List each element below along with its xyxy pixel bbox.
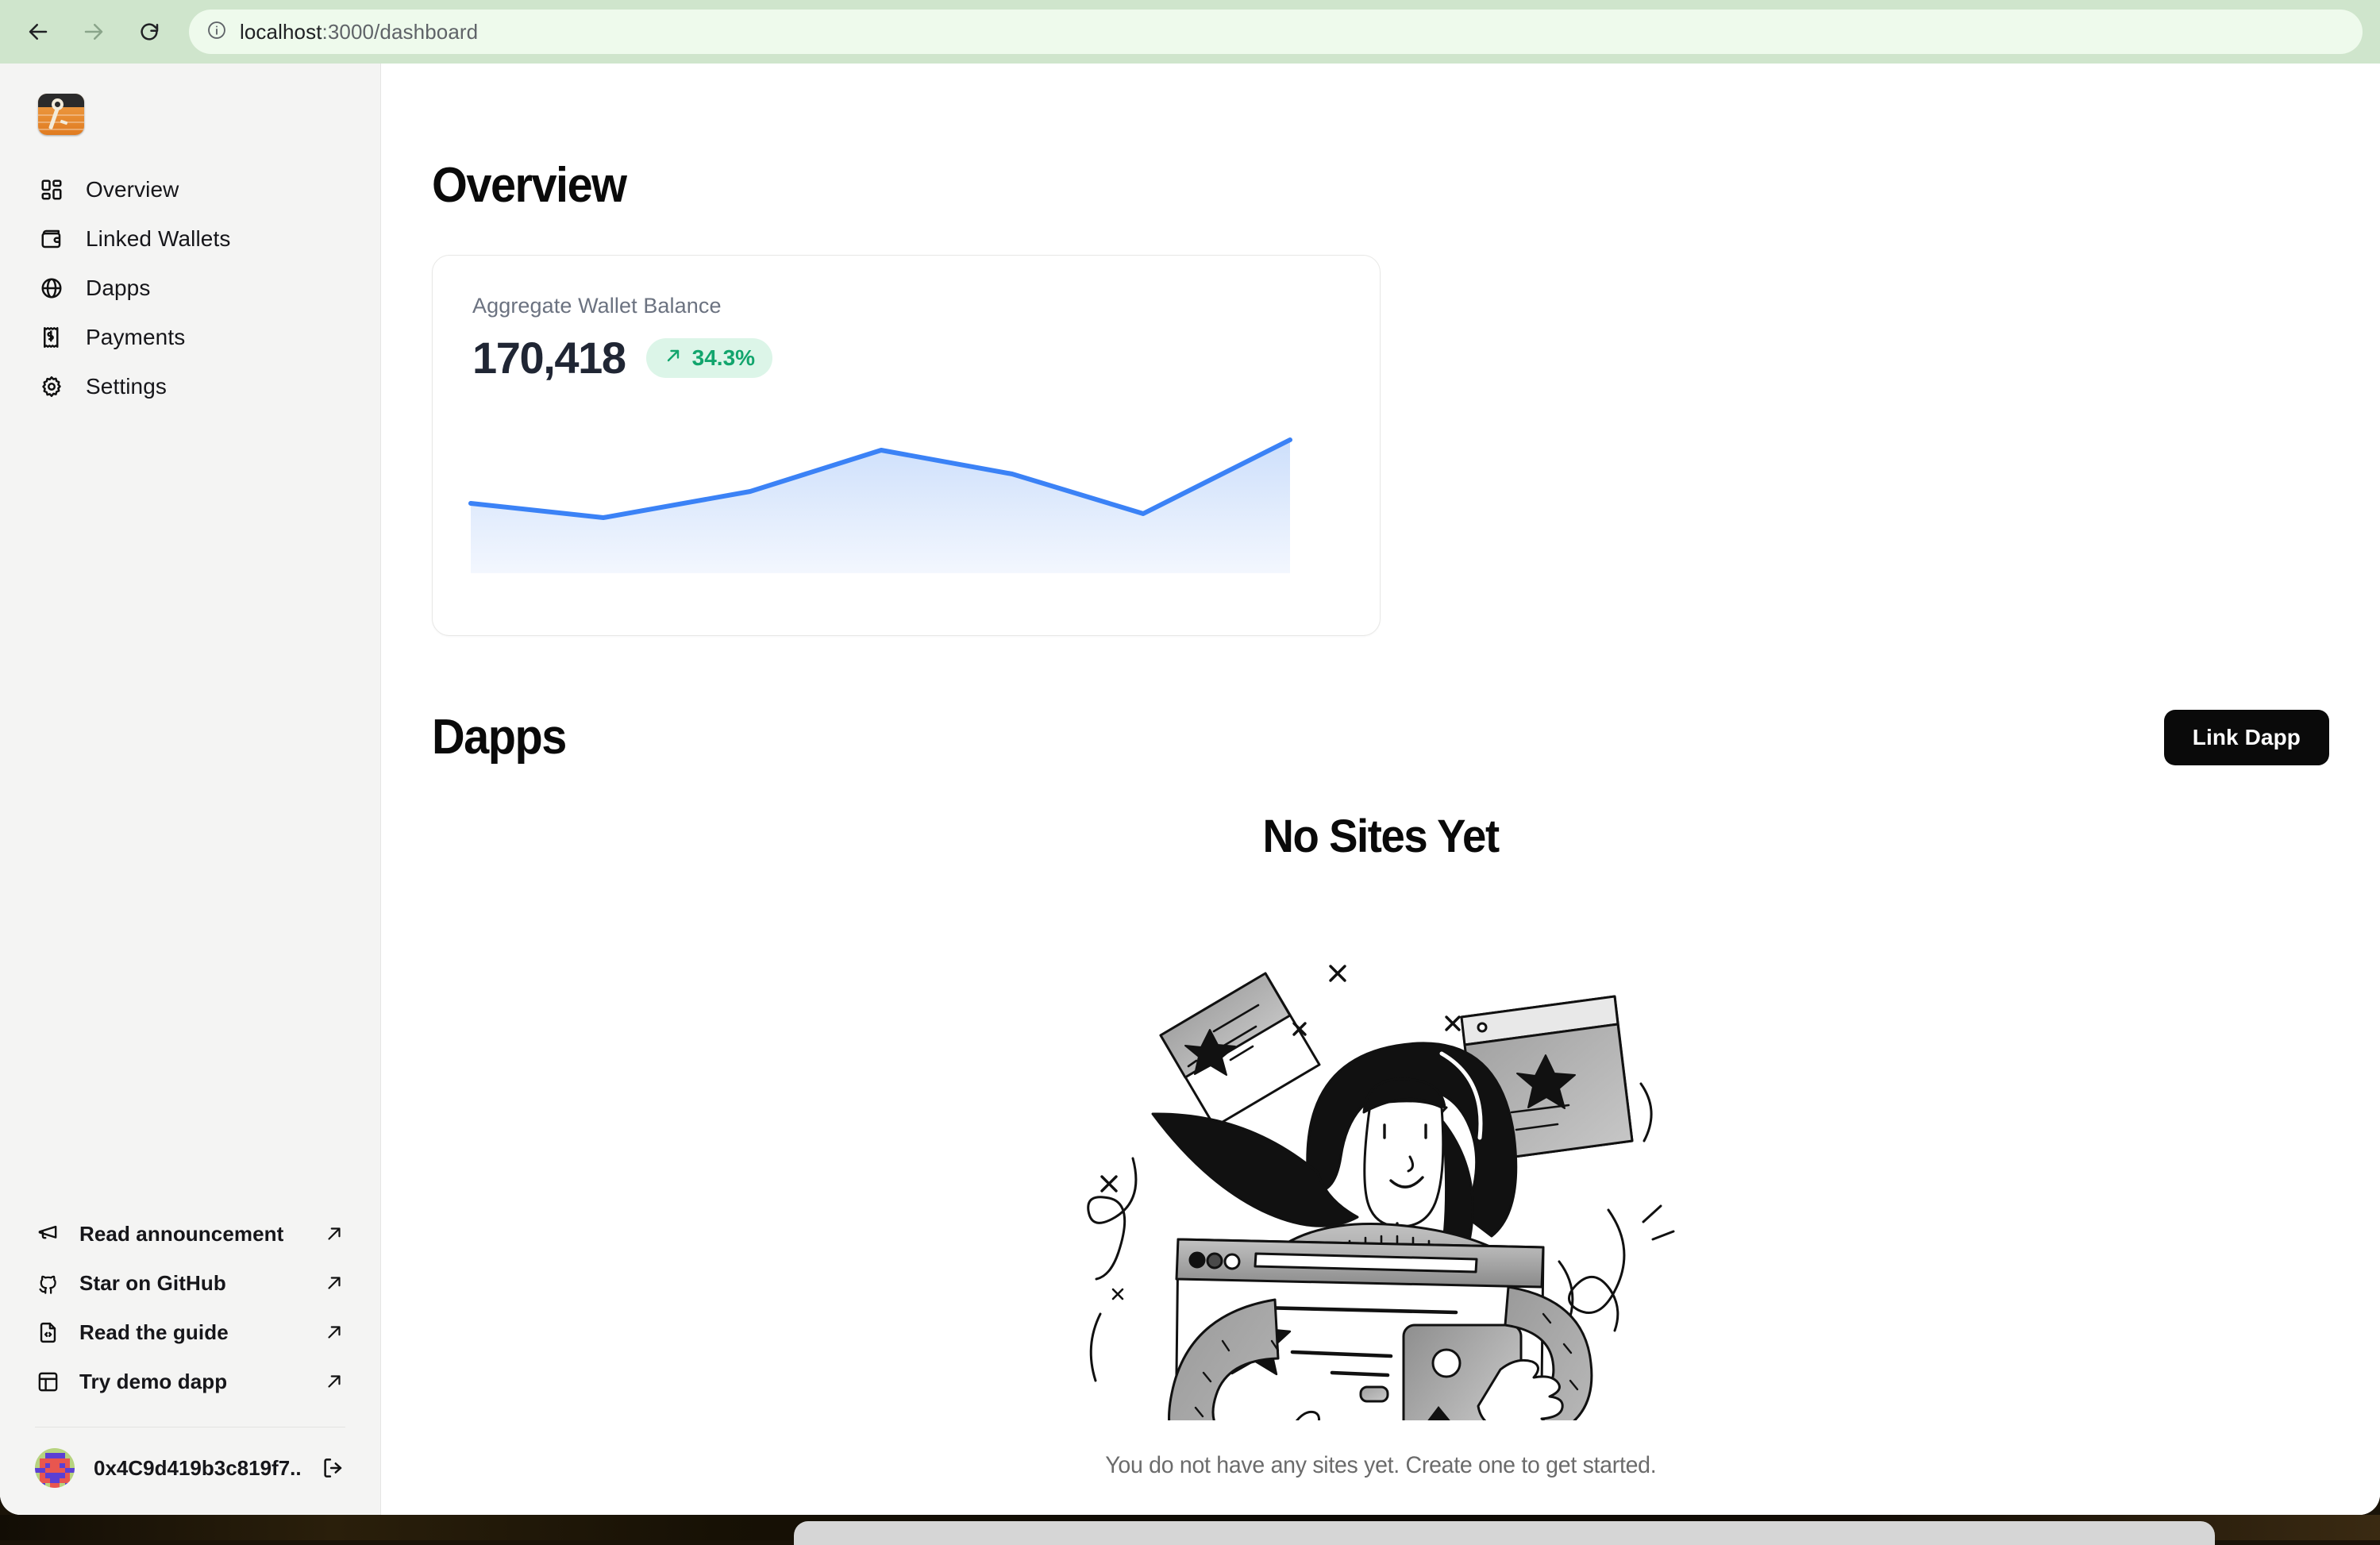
forward-arrow-icon <box>82 20 106 44</box>
receipt-dollar-icon <box>38 324 65 351</box>
external-link-arrow-icon <box>323 1370 345 1393</box>
main-content: Overview Aggregate Wallet Balance 170,41… <box>381 64 2380 1515</box>
address-bar[interactable]: localhost:3000/dashboard <box>189 10 2363 54</box>
sidebar-footer-links: Read announcement Star on GitHub Read th… <box>0 1209 380 1515</box>
layout-panel-icon <box>35 1369 60 1394</box>
sidebar-item-label: Overview <box>86 177 179 202</box>
balance-sparkline-chart <box>433 256 1380 635</box>
sidebar-link-label: Try demo dapp <box>79 1369 228 1393</box>
url-host: localhost <box>240 19 322 44</box>
sidebar-item-overview[interactable]: Overview <box>0 165 380 214</box>
woman-with-browser-window-illustration <box>1067 928 1694 1515</box>
wallet-blockie-avatar <box>35 1448 75 1488</box>
browser-toolbar: localhost:3000/dashboard <box>0 0 2380 64</box>
account-address: 0x4C9d419b3c819f7... <box>94 1455 302 1480</box>
github-icon <box>35 1270 60 1296</box>
back-button[interactable] <box>17 11 59 52</box>
logout-icon[interactable] <box>321 1455 345 1481</box>
sparkline-area <box>471 440 1290 573</box>
external-link-arrow-icon <box>323 1223 345 1245</box>
reload-icon <box>137 20 161 44</box>
wallet-key-logo-icon <box>38 94 84 135</box>
account-row[interactable]: 0x4C9d419b3c819f7... <box>0 1427 380 1515</box>
sidebar-link-star-on-github[interactable]: Star on GitHub <box>0 1258 380 1308</box>
external-link-arrow-icon <box>323 1321 345 1343</box>
sidebar-link-read-the-guide[interactable]: Read the guide <box>0 1308 380 1357</box>
dapps-empty-state: No Sites Yet You do not have any sites y… <box>432 810 2380 1515</box>
aggregate-wallet-balance-card: Aggregate Wallet Balance 170,418 34.3% <box>432 255 1381 636</box>
sidebar-link-label: Star on GitHub <box>79 1270 226 1295</box>
reload-button[interactable] <box>129 11 170 52</box>
globe-icon <box>38 275 65 302</box>
logo-row[interactable] <box>0 64 380 135</box>
sidebar-item-label: Linked Wallets <box>86 226 231 251</box>
back-arrow-icon <box>26 20 50 44</box>
external-link-arrow-icon <box>323 1272 345 1294</box>
dapps-section: Dapps Link Dapp No Sites Yet You do not … <box>432 709 2380 1515</box>
sidebar-link-label: Read announcement <box>79 1221 284 1246</box>
file-code-icon <box>35 1320 60 1345</box>
page-title: Overview <box>432 158 627 213</box>
url-path: :3000/dashboard <box>322 19 479 44</box>
sidebar-link-try-demo-dapp[interactable]: Try demo dapp <box>0 1357 380 1406</box>
sidebar-item-label: Dapps <box>86 275 151 300</box>
sidebar-item-dapps[interactable]: Dapps <box>0 264 380 313</box>
browser-window: localhost:3000/dashboard Overview Linked… <box>0 0 2380 1515</box>
sidebar: Overview Linked Wallets Dapps Payments S… <box>0 64 381 1515</box>
dapps-title: Dapps <box>432 710 567 765</box>
sidebar-item-settings[interactable]: Settings <box>0 362 380 411</box>
sidebar-item-linked-wallets[interactable]: Linked Wallets <box>0 214 380 264</box>
sidebar-nav: Overview Linked Wallets Dapps Payments S… <box>0 165 380 411</box>
app-shell: Overview Linked Wallets Dapps Payments S… <box>0 64 2380 1515</box>
wallet-icon <box>38 225 65 252</box>
address-bar-url: localhost:3000/dashboard <box>240 20 478 44</box>
taskbar-panel[interactable] <box>794 1521 2215 1545</box>
info-circle-icon[interactable] <box>206 20 227 44</box>
gear-icon <box>38 373 65 400</box>
dapps-header: Dapps Link Dapp <box>432 709 2380 765</box>
layout-dashboard-icon <box>38 176 65 203</box>
sidebar-item-label: Payments <box>86 325 186 349</box>
sidebar-item-payments[interactable]: Payments <box>0 313 380 362</box>
forward-button[interactable] <box>73 11 114 52</box>
empty-state-caption: You do not have any sites yet. Create on… <box>1104 1452 1657 1478</box>
sidebar-item-label: Settings <box>86 374 167 399</box>
link-dapp-button[interactable]: Link Dapp <box>2163 709 2329 765</box>
sidebar-link-read-announcement[interactable]: Read announcement <box>0 1209 380 1258</box>
megaphone-icon <box>35 1221 60 1246</box>
empty-state-title: No Sites Yet <box>1262 811 1500 862</box>
sidebar-link-label: Read the guide <box>79 1320 229 1344</box>
